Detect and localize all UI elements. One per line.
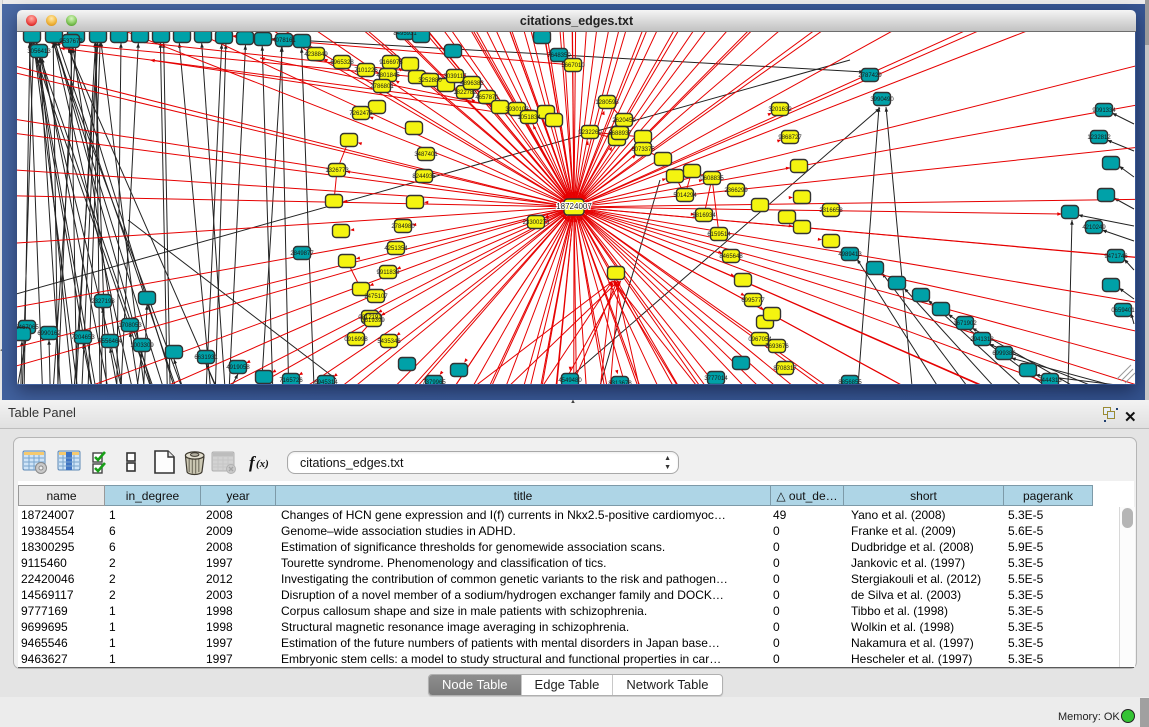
- svg-text:8465648: 8465648: [719, 254, 743, 260]
- svg-text:5667010: 5667010: [561, 63, 585, 69]
- svg-text:6945314: 6945314: [314, 380, 338, 384]
- svg-text:1671902: 1671902: [953, 321, 977, 327]
- svg-text:4801845: 4801845: [376, 73, 400, 79]
- svg-text:2849877: 2849877: [290, 251, 314, 257]
- svg-text:9471746: 9471746: [1104, 254, 1128, 260]
- svg-text:7204653: 7204653: [71, 335, 95, 341]
- svg-text:2784980: 2784980: [391, 224, 415, 230]
- svg-text:1003309: 1003309: [130, 343, 154, 349]
- svg-text:3467065: 3467065: [17, 325, 39, 331]
- svg-text:4989413: 4989413: [838, 252, 862, 258]
- svg-text:7379965: 7379965: [422, 380, 446, 384]
- svg-text:4238849: 4238849: [304, 52, 328, 58]
- svg-text:2327193: 2327193: [91, 299, 115, 305]
- svg-text:9232260: 9232260: [578, 130, 602, 136]
- svg-text:9166978: 9166978: [379, 60, 403, 66]
- svg-text:1051834: 1051834: [517, 115, 541, 121]
- svg-text:6965328: 6965328: [330, 60, 354, 66]
- svg-text:4210249: 4210249: [1082, 225, 1106, 231]
- svg-text:0916998: 0916998: [344, 337, 368, 343]
- svg-text:1708053: 1708053: [118, 323, 142, 329]
- svg-text:1822782: 1822782: [453, 90, 477, 96]
- svg-text:2366299: 2366299: [724, 188, 748, 194]
- svg-text:5014294: 5014294: [673, 193, 697, 199]
- svg-text:1280598: 1280598: [595, 100, 619, 106]
- svg-text:1232812: 1232812: [1087, 135, 1111, 141]
- svg-text:0608835: 0608835: [700, 176, 724, 182]
- svg-text:6999386: 6999386: [992, 351, 1016, 357]
- svg-text:3039117: 3039117: [444, 74, 468, 80]
- svg-text:9911838: 9911838: [377, 270, 401, 276]
- svg-text:18724007: 18724007: [556, 202, 592, 211]
- svg-text:2620450: 2620450: [612, 118, 636, 124]
- svg-text:1326773: 1326773: [325, 168, 349, 174]
- svg-text:3252880: 3252880: [418, 78, 442, 84]
- svg-text:8708317: 8708317: [773, 366, 797, 372]
- svg-text:4919058: 4919058: [226, 365, 250, 371]
- svg-text:9091334: 9091334: [1092, 108, 1116, 114]
- svg-text:3619399: 3619399: [361, 318, 385, 324]
- svg-text:0659401: 0659401: [1111, 308, 1135, 314]
- svg-text:7648350: 7648350: [547, 53, 571, 59]
- svg-text:7262473: 7262473: [349, 111, 373, 117]
- svg-text:9537672: 9537672: [59, 39, 83, 45]
- svg-text:6688937: 6688937: [608, 131, 632, 137]
- svg-text:6631931: 6631931: [194, 355, 218, 361]
- svg-text:2787429: 2787429: [858, 73, 882, 79]
- svg-text:3990490: 3990490: [870, 97, 894, 103]
- svg-text:3056413: 3056413: [27, 49, 51, 55]
- svg-text:7444313: 7444313: [1038, 378, 1062, 384]
- svg-text:4078161: 4078161: [272, 38, 296, 44]
- svg-text:0967054: 0967054: [748, 337, 772, 343]
- svg-text:3487401: 3487401: [414, 152, 438, 158]
- svg-text:6073375: 6073375: [631, 147, 655, 153]
- svg-text:3201632: 3201632: [768, 107, 792, 113]
- svg-text:8856855: 8856855: [838, 380, 862, 384]
- svg-text:7556464: 7556464: [98, 339, 122, 345]
- svg-text:6990162: 6990162: [37, 331, 61, 337]
- svg-text:9816934: 9816934: [692, 213, 716, 219]
- svg-text:3930103: 3930103: [505, 107, 529, 113]
- svg-text:4251354: 4251354: [384, 246, 408, 252]
- svg-text:2941318: 2941318: [970, 337, 994, 343]
- svg-text:7101226: 7101226: [354, 68, 378, 74]
- svg-text:4549480: 4549480: [558, 378, 582, 384]
- svg-text:6995777: 6995777: [741, 298, 765, 304]
- svg-text:6159514: 6159514: [707, 232, 731, 238]
- svg-text:5435346: 5435346: [377, 339, 401, 345]
- svg-text:23300273: 23300273: [523, 220, 550, 226]
- svg-text:4657871: 4657871: [475, 95, 499, 101]
- svg-text:7165726: 7165726: [279, 378, 303, 384]
- svg-text:(x): (x): [256, 458, 269, 470]
- svg-text:2316658: 2316658: [819, 208, 843, 214]
- svg-text:2475107: 2475107: [364, 294, 388, 300]
- svg-text:8495931: 8495931: [393, 32, 417, 37]
- svg-text:7693676: 7693676: [765, 344, 789, 350]
- svg-text:4896383: 4896383: [460, 81, 484, 87]
- svg-text:8313678: 8313678: [608, 381, 632, 384]
- svg-text:2786801: 2786801: [370, 84, 394, 90]
- svg-text:3777014: 3777014: [704, 376, 728, 382]
- svg-text:9868727: 9868727: [778, 135, 802, 141]
- svg-text:8244935: 8244935: [412, 174, 436, 180]
